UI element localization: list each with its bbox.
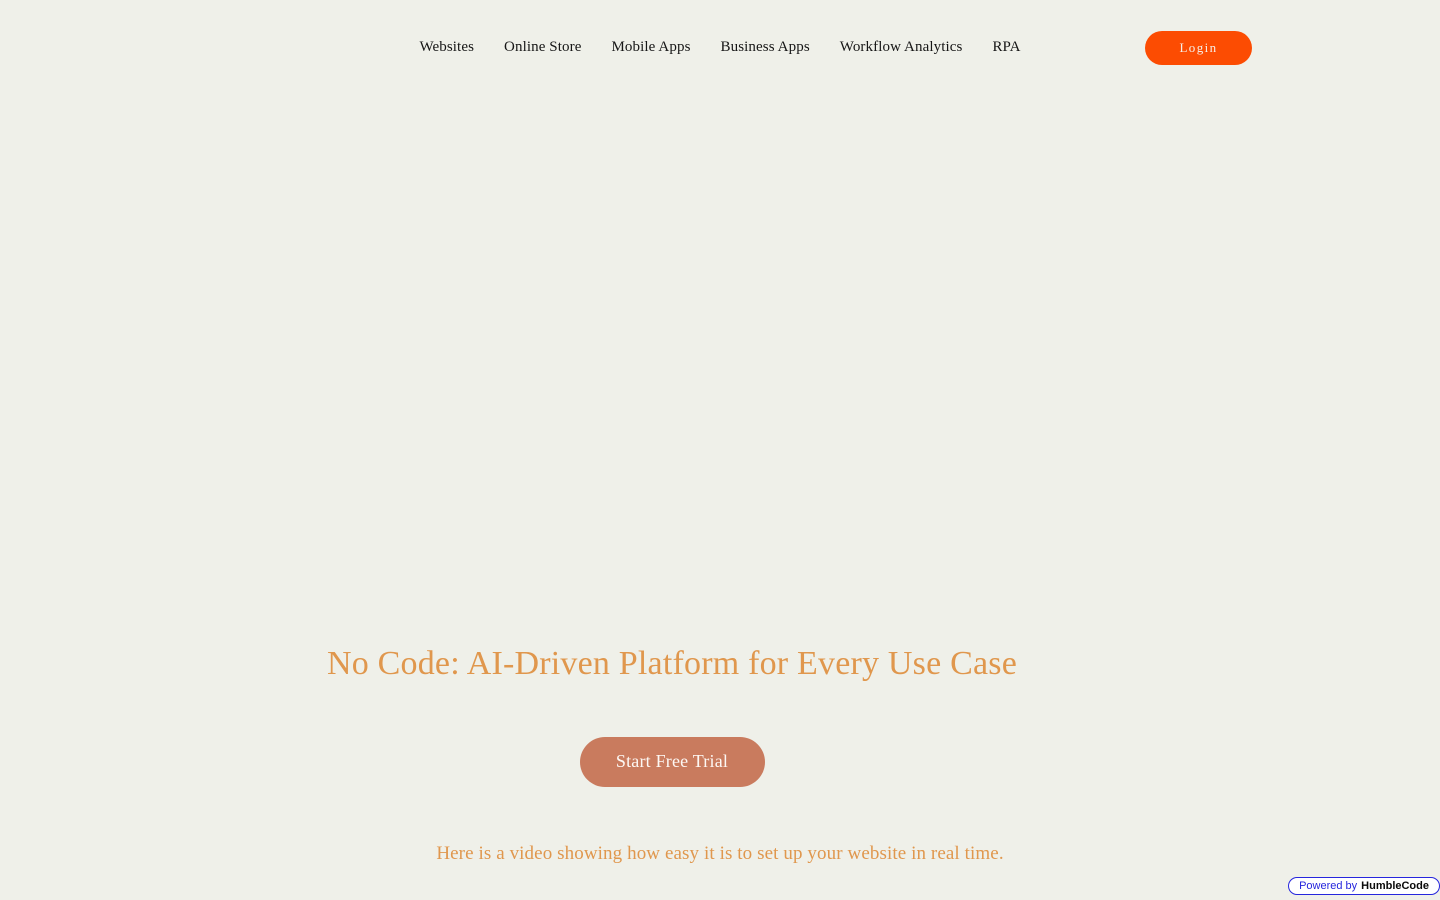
nav-item-label: Workflow Analytics: [839, 38, 963, 55]
nav-item-online-store[interactable]: Online Store: [489, 34, 596, 61]
powered-by-brand: HumbleCode: [1361, 879, 1429, 892]
hero-subtitle: Here is a video showing how easy it is t…: [436, 842, 1004, 864]
login-button[interactable]: Login: [1145, 31, 1252, 65]
start-free-trial-button[interactable]: Start Free Trial: [579, 736, 765, 787]
nav-list: Websites Online Store Mobile Apps Busine…: [404, 34, 1035, 61]
nav-item-label: RPA: [992, 38, 1021, 55]
nav-item-workflow-analytics[interactable]: Workflow Analytics: [825, 34, 978, 61]
nav-item-label: Websites: [419, 38, 475, 55]
cta-wrapper: Start Free Trial: [1, 736, 1344, 787]
login-button-wrapper: Login: [1145, 31, 1252, 65]
powered-by-badge[interactable]: Powered by HumbleCode: [1288, 877, 1440, 895]
page-title: No Code: AI-Driven Platform for Every Us…: [327, 645, 1017, 682]
primary-navigation: Websites Online Store Mobile Apps Busine…: [404, 34, 1035, 61]
nav-item-label: Business Apps: [720, 38, 810, 55]
nav-item-mobile-apps[interactable]: Mobile Apps: [596, 34, 705, 61]
nav-item-label: Mobile Apps: [611, 38, 691, 55]
nav-item-rpa[interactable]: RPA: [977, 34, 1035, 61]
nav-item-websites[interactable]: Websites: [404, 34, 489, 61]
nav-item-business-apps[interactable]: Business Apps: [706, 34, 825, 61]
powered-by-prefix: Powered by: [1299, 879, 1358, 892]
hero-section: No Code: AI-Driven Platform for Every Us…: [0, 94, 1440, 900]
nav-item-label: Online Store: [504, 38, 582, 55]
site-header: Websites Online Store Mobile Apps Busine…: [0, 0, 1440, 94]
